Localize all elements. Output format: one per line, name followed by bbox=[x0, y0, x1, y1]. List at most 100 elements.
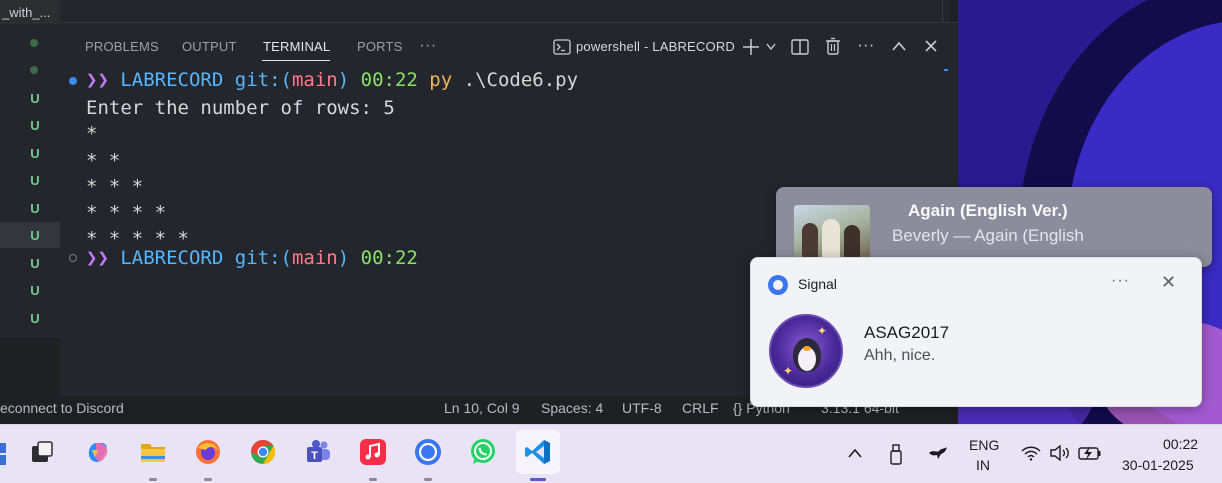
prompt-branch: main bbox=[291, 69, 338, 91]
signal-notification[interactable]: Signal ··· ✕ ✦ ✦ ASAG2017 Ahh, nice. bbox=[750, 257, 1202, 407]
git-untracked-mark: U bbox=[30, 91, 40, 106]
taskbar-apple-music[interactable] bbox=[351, 430, 395, 481]
active-tab-underline bbox=[262, 60, 330, 61]
prompt-arrow: ❯❯ bbox=[86, 247, 109, 269]
git-untracked-mark: U bbox=[30, 146, 40, 161]
input-language-line1[interactable]: ENG bbox=[969, 437, 999, 453]
clock-date[interactable]: 30-01-2025 bbox=[1122, 457, 1194, 473]
svg-text:T: T bbox=[311, 450, 318, 462]
tab-ports[interactable]: PORTS bbox=[357, 39, 403, 54]
taskbar-copilot[interactable] bbox=[76, 430, 120, 474]
git-modified-dot bbox=[30, 39, 38, 47]
clock-time[interactable]: 00:22 bbox=[1163, 436, 1198, 452]
tab-problems[interactable]: PROBLEMS bbox=[85, 39, 159, 54]
volume-icon[interactable] bbox=[1049, 445, 1071, 461]
prompt-branch: main bbox=[291, 247, 338, 269]
editor-top-area bbox=[60, 0, 950, 22]
panel-tab-bar: PROBLEMS OUTPUT TERMINAL PORTS ··· power… bbox=[60, 23, 958, 71]
explorer-sidebar: _with_... U U U U U U U U U bbox=[0, 0, 60, 338]
git-untracked-mark: U bbox=[30, 118, 40, 133]
taskbar: T ENG IN 00:22 30-01-2025 bbox=[0, 424, 1222, 483]
folder-icon bbox=[141, 444, 165, 462]
taskbar-whatsapp[interactable] bbox=[461, 430, 505, 474]
task-view-icon bbox=[32, 441, 53, 462]
firefox-icon bbox=[196, 440, 220, 464]
teams-icon: T bbox=[307, 440, 330, 462]
taskbar-task-view[interactable] bbox=[20, 430, 64, 474]
taskbar-vscode[interactable] bbox=[516, 430, 560, 481]
terminal-output-line: * * * bbox=[86, 176, 144, 198]
editor-divider bbox=[942, 0, 943, 22]
taskbar-chrome[interactable] bbox=[241, 430, 285, 474]
close-panel-icon[interactable] bbox=[924, 39, 938, 53]
prompt-git-prefix: git:( bbox=[234, 247, 292, 269]
trash-icon[interactable] bbox=[825, 37, 841, 55]
tab-output[interactable]: OUTPUT bbox=[182, 39, 237, 54]
status-cursor-position[interactable]: Ln 10, Col 9 bbox=[444, 400, 520, 416]
command-argument: .\Code6.py bbox=[463, 69, 579, 91]
split-terminal-icon[interactable] bbox=[791, 38, 809, 56]
chevron-up-icon[interactable] bbox=[848, 448, 862, 458]
notification-app-name: Signal bbox=[798, 276, 837, 292]
notification-close-button[interactable]: ✕ bbox=[1161, 272, 1176, 293]
battery-charging-icon[interactable] bbox=[1078, 445, 1102, 461]
git-untracked-mark: U bbox=[30, 283, 40, 298]
terminal-prompt-line: ❯❯ LABRECORD git:(main) 00:22 bbox=[86, 247, 418, 269]
start-icon[interactable] bbox=[0, 443, 8, 465]
git-untracked-mark: U bbox=[30, 311, 40, 326]
git-untracked-mark: U bbox=[30, 228, 40, 243]
prompt-time: 00:22 bbox=[360, 69, 418, 91]
git-modified-dot bbox=[30, 66, 38, 74]
maximize-panel-icon[interactable] bbox=[891, 40, 907, 52]
tab-terminal[interactable]: TERMINAL bbox=[263, 39, 330, 54]
notification-message: Ahh, nice. bbox=[864, 347, 936, 364]
media-subtitle: Beverly — Again (English bbox=[892, 226, 1084, 245]
new-terminal-icon[interactable] bbox=[742, 38, 760, 56]
usb-drive-icon[interactable] bbox=[888, 443, 904, 465]
notification-sender: ASAG2017 bbox=[864, 323, 950, 342]
status-eol[interactable]: CRLF bbox=[682, 400, 719, 416]
explorer-tab-title[interactable]: _with_... bbox=[0, 0, 60, 24]
taskbar-firefox[interactable] bbox=[186, 430, 230, 481]
git-untracked-mark: U bbox=[30, 173, 40, 188]
chevron-down-icon[interactable] bbox=[766, 43, 776, 51]
panel-more-button[interactable]: ··· bbox=[419, 35, 437, 55]
taskbar-signal[interactable] bbox=[406, 430, 450, 481]
status-indentation[interactable]: Spaces: 4 bbox=[541, 400, 603, 416]
status-discord[interactable]: econnect to Discord bbox=[0, 400, 124, 416]
terminal-more-button[interactable]: ··· bbox=[857, 35, 875, 55]
prompt-host: LABRECORD bbox=[120, 69, 224, 91]
git-untracked-mark: U bbox=[30, 201, 40, 216]
terminal-prompt-line: ❯❯ LABRECORD git:(main) 00:22 py .\Code6… bbox=[86, 69, 578, 91]
terminal-icon bbox=[553, 39, 571, 55]
media-notification[interactable]: Again (English Ver.) Beverly — Again (En… bbox=[776, 187, 1212, 267]
sender-avatar: ✦ ✦ bbox=[769, 314, 843, 388]
chrome-icon bbox=[251, 440, 276, 464]
notification-more-button[interactable]: ··· bbox=[1111, 272, 1130, 290]
running-indicator bbox=[149, 478, 157, 481]
taskbar-file-explorer[interactable] bbox=[131, 430, 175, 481]
terminal-instance-name[interactable]: powershell - LABRECORD bbox=[576, 39, 735, 54]
command-pending-icon[interactable] bbox=[69, 254, 77, 262]
media-title: Again (English Ver.) bbox=[908, 201, 1068, 220]
terminal-output-line: * bbox=[86, 123, 98, 145]
taskbar-teams[interactable]: T bbox=[296, 430, 340, 474]
prompt-git-suffix: ) bbox=[337, 247, 350, 269]
wifi-icon[interactable] bbox=[1021, 446, 1041, 461]
whatsapp-icon bbox=[471, 439, 495, 464]
prompt-git-suffix: ) bbox=[337, 69, 350, 91]
command-executable: py bbox=[429, 69, 453, 91]
input-language-line2[interactable]: IN bbox=[976, 457, 990, 473]
git-untracked-mark: U bbox=[30, 256, 40, 271]
running-indicator bbox=[530, 478, 546, 481]
prompt-git-prefix: git:( bbox=[234, 69, 292, 91]
prompt-arrow: ❯❯ bbox=[86, 69, 109, 91]
album-art bbox=[794, 205, 870, 265]
command-success-icon[interactable] bbox=[69, 77, 77, 85]
music-icon bbox=[360, 439, 386, 465]
vscode-icon bbox=[525, 440, 550, 464]
status-encoding[interactable]: UTF-8 bbox=[622, 400, 662, 416]
bird-icon[interactable] bbox=[927, 445, 949, 461]
prompt-host: LABRECORD bbox=[120, 247, 224, 269]
copilot-icon bbox=[88, 442, 108, 462]
